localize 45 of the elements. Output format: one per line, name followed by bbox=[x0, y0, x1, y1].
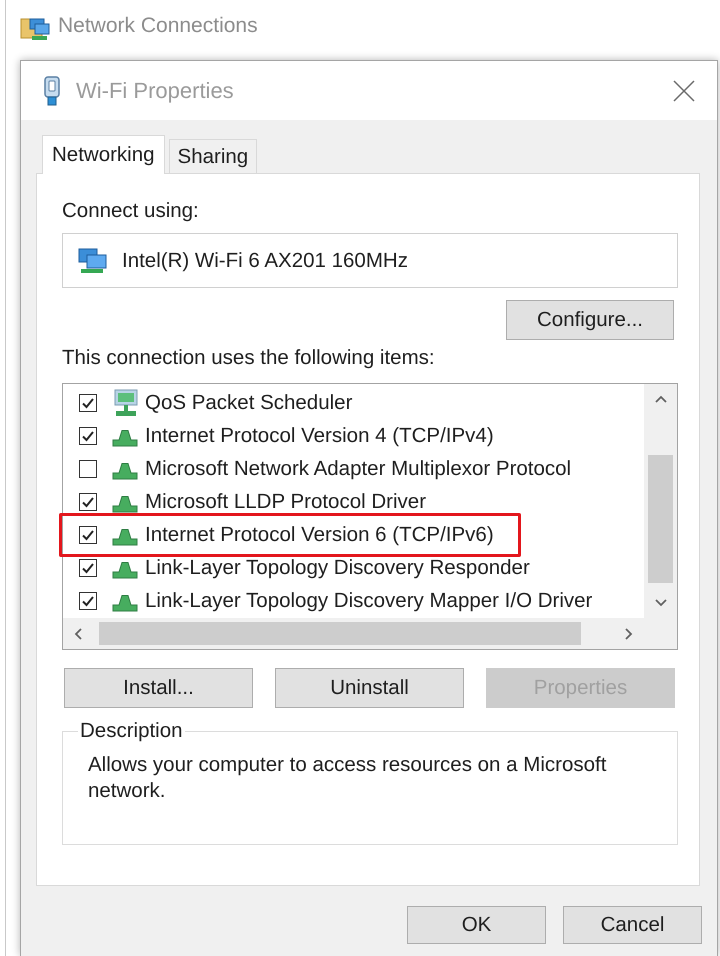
group-title: Description bbox=[79, 719, 184, 743]
section-label: This connection uses the following items: bbox=[62, 346, 435, 370]
horizontal-scrollbar[interactable] bbox=[63, 618, 644, 649]
network-node-icon bbox=[111, 594, 139, 612]
adapter-name: Intel(R) Wi-Fi 6 AX201 160MHz bbox=[122, 248, 408, 272]
vertical-scrollbar[interactable] bbox=[644, 384, 677, 618]
network-node-icon bbox=[111, 462, 139, 480]
scroll-thumb[interactable] bbox=[648, 455, 673, 583]
tab[interactable]: Sharing bbox=[168, 139, 258, 173]
dialog-title: Wi-Fi Properties bbox=[76, 76, 235, 104]
configure-button[interactable]: Configure... bbox=[506, 300, 674, 340]
checkbox[interactable] bbox=[79, 460, 97, 478]
description-text: Allows your computer to access resources on a Microsoft network. bbox=[88, 752, 608, 804]
field-label: Connect using: bbox=[62, 199, 199, 223]
action-button[interactable]: Install... bbox=[64, 668, 253, 708]
checkbox[interactable] bbox=[79, 558, 97, 576]
network-node-icon bbox=[111, 528, 139, 546]
dialog-button[interactable]: OK bbox=[407, 906, 546, 944]
network-node-icon bbox=[111, 428, 139, 446]
scroll-up-icon[interactable] bbox=[654, 395, 666, 403]
action-button[interactable]: Uninstall bbox=[275, 668, 464, 708]
network-monitors-icon bbox=[78, 248, 108, 274]
scroll-down-icon[interactable] bbox=[654, 599, 666, 607]
checkbox[interactable] bbox=[79, 394, 97, 412]
dialog-button[interactable]: Cancel bbox=[563, 906, 702, 944]
network-node-icon bbox=[111, 560, 139, 578]
item-label[interactable]: QoS Packet Scheduler bbox=[145, 390, 352, 414]
network-node-icon bbox=[111, 494, 139, 512]
item-label[interactable]: Microsoft LLDP Protocol Driver bbox=[145, 490, 426, 514]
item-label[interactable]: Internet Protocol Version 6 (TCP/IPv6) bbox=[145, 522, 494, 546]
checkbox[interactable] bbox=[79, 526, 97, 544]
checkbox[interactable] bbox=[79, 492, 97, 510]
item-label[interactable]: Microsoft Network Adapter Multiplexor Protocol bbox=[145, 456, 572, 480]
scroll-thumb[interactable] bbox=[99, 622, 581, 645]
item-label[interactable]: Link-Layer Topology Discovery Responder bbox=[145, 556, 530, 580]
window-title: Network Connections bbox=[58, 13, 258, 39]
item-label[interactable]: Internet Protocol Version 4 (TCP/IPv4) bbox=[145, 424, 494, 448]
scroll-left-icon[interactable] bbox=[74, 628, 82, 640]
close-icon[interactable] bbox=[673, 80, 695, 102]
checkbox[interactable] bbox=[79, 426, 97, 444]
tab[interactable]: Networking bbox=[42, 135, 165, 174]
checkbox[interactable] bbox=[79, 592, 97, 610]
scroll-right-icon[interactable] bbox=[625, 628, 633, 640]
usb-adapter-icon bbox=[42, 76, 62, 106]
item-label[interactable]: Link-Layer Topology Discovery Mapper I/O Driver bbox=[145, 588, 592, 612]
